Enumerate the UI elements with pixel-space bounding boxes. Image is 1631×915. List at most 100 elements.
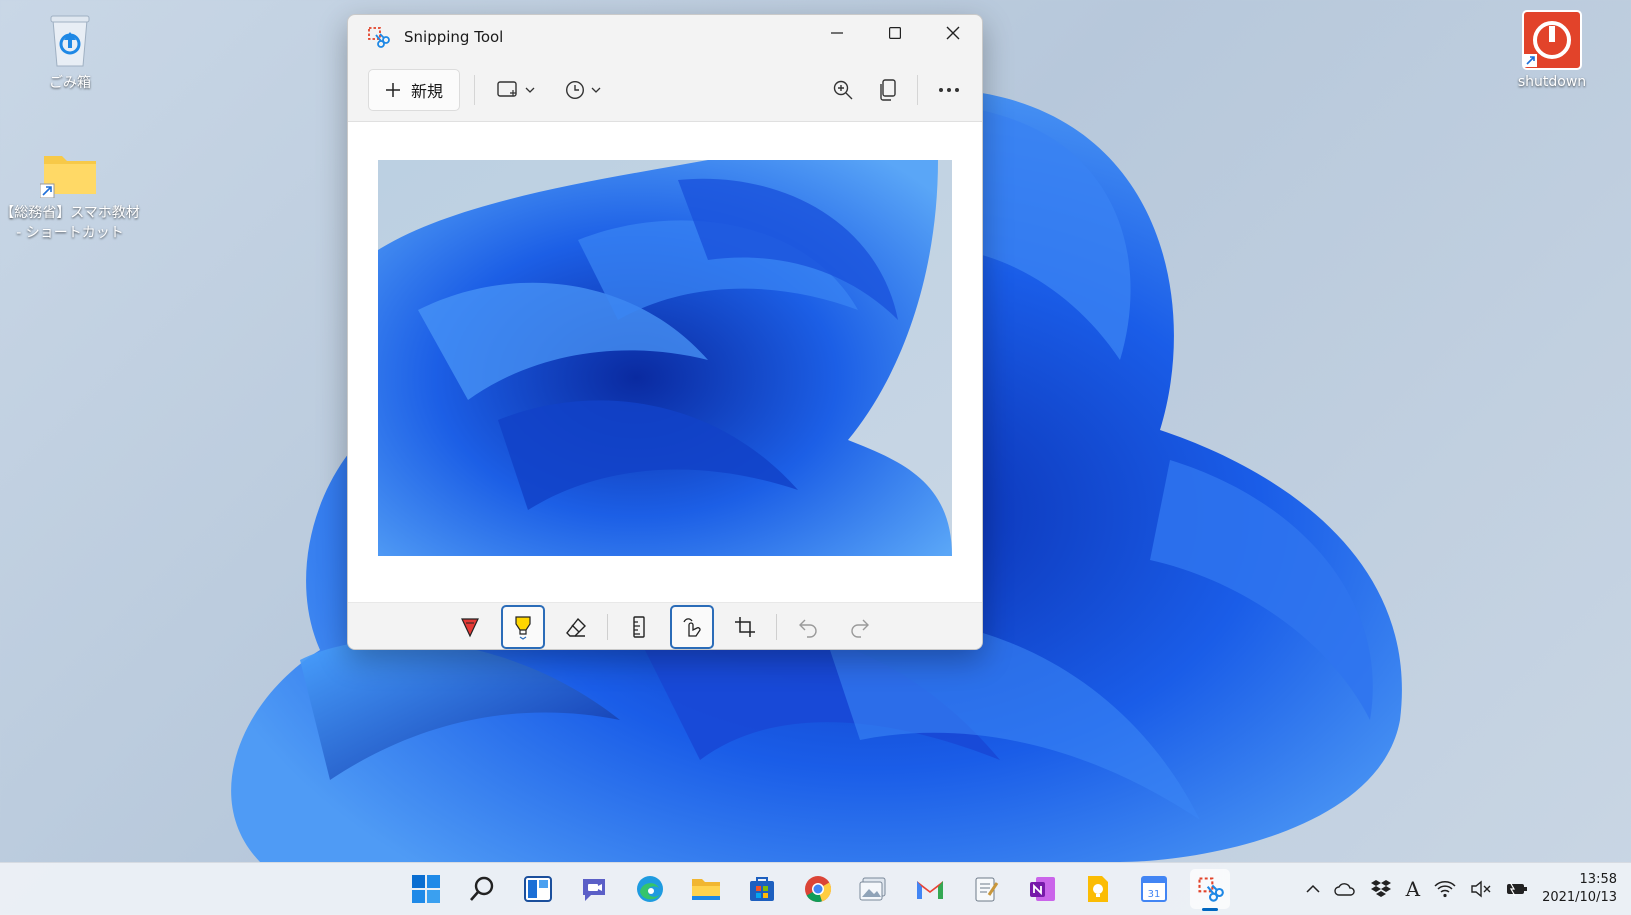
maximize-button[interactable] [866, 15, 924, 51]
delay-dropdown[interactable] [557, 70, 609, 110]
minimize-button[interactable] [808, 15, 866, 51]
ime-indicator[interactable]: A [1406, 877, 1420, 901]
more-options-button[interactable] [930, 70, 968, 110]
new-snip-button[interactable]: 新規 [368, 69, 461, 111]
ballpoint-pen-button[interactable] [449, 606, 491, 648]
minimize-icon [831, 32, 843, 34]
keep-icon [1088, 876, 1108, 902]
highlighter-icon [515, 615, 531, 640]
widgets-icon [524, 876, 552, 902]
new-snip-label: 新規 [411, 82, 444, 101]
calendar-icon: 31 [1141, 876, 1167, 902]
onenote-button[interactable] [1022, 869, 1062, 909]
window-title: Snipping Tool [404, 28, 504, 46]
ruler-icon [633, 615, 645, 638]
pen-icon [461, 617, 479, 637]
file-explorer-button[interactable] [686, 869, 726, 909]
snipping-tool-window: Snipping Tool 新規 [347, 14, 983, 650]
clock-icon [566, 80, 585, 100]
file-explorer-icon [692, 879, 720, 900]
annotation-toolbar [348, 602, 982, 649]
shortcut-label-line2: - ショートカット [16, 225, 124, 241]
shutdown-label: shutdown [1517, 74, 1587, 90]
captured-screenshot [378, 160, 952, 556]
recycle-bin-icon [50, 15, 90, 67]
undo-icon [799, 619, 817, 638]
wifi-icon[interactable] [1434, 880, 1456, 898]
keep-button[interactable] [1078, 869, 1118, 909]
calendar-day: 31 [1148, 889, 1161, 900]
desktop-icon-shortcut-folder[interactable]: 【総務省】スマホ教材 - ショートカット [0, 150, 140, 242]
snipping-tool-icon [1198, 877, 1224, 902]
snip-canvas[interactable] [348, 122, 982, 602]
edge-icon [637, 876, 663, 902]
photos-icon [859, 877, 886, 901]
chrome-button[interactable] [798, 869, 838, 909]
gmail-icon [917, 881, 943, 899]
onedrive-icon[interactable] [1333, 882, 1356, 896]
start-button[interactable] [406, 869, 446, 909]
annotation-separator [776, 613, 777, 640]
chevron-down-icon [525, 87, 535, 93]
desktop-icon-shutdown[interactable]: shutdown [1512, 10, 1592, 90]
title-bar[interactable]: Snipping Tool [348, 15, 982, 59]
folder-shortcut-icon [40, 156, 96, 198]
widgets-button[interactable] [518, 869, 558, 909]
gmail-button[interactable] [910, 869, 950, 909]
eraser-button[interactable] [555, 606, 597, 648]
more-icon [939, 88, 959, 92]
store-button[interactable] [742, 869, 782, 909]
snip-mode-dropdown[interactable] [489, 70, 543, 110]
search-icon [470, 876, 494, 901]
shortcut-label-line1: 【総務省】スマホ教材 [0, 205, 140, 221]
chat-icon [583, 879, 605, 901]
teams-chat-button[interactable] [574, 869, 614, 909]
clock-time: 13:58 [1579, 872, 1617, 887]
crop-button[interactable] [724, 606, 766, 648]
undo-button[interactable] [787, 606, 829, 648]
close-button[interactable] [924, 15, 982, 51]
active-app-indicator [1202, 908, 1218, 911]
toolbar-separator [474, 75, 476, 105]
photos-button[interactable] [854, 869, 894, 909]
battery-charging-icon[interactable] [1506, 881, 1528, 897]
chrome-icon [805, 876, 832, 903]
clock-date: 2021/10/13 [1542, 890, 1617, 905]
maximize-icon [889, 27, 901, 39]
notepad-button[interactable] [966, 869, 1006, 909]
zoom-button[interactable] [825, 70, 861, 110]
start-icon [412, 875, 440, 903]
store-icon [750, 877, 774, 901]
clock[interactable]: 13:58 2021/10/13 [1542, 871, 1617, 907]
plus-icon [386, 83, 400, 97]
touch-writing-button[interactable] [670, 604, 714, 649]
edge-button[interactable] [630, 869, 670, 909]
search-button[interactable] [462, 869, 502, 909]
desktop-icon-recycle-bin[interactable]: ごみ箱 [40, 10, 100, 92]
redo-button[interactable] [839, 606, 881, 648]
rectangle-mode-icon [497, 81, 517, 97]
toolbar: 新規 [348, 59, 982, 122]
copy-icon [880, 79, 896, 101]
system-tray: A 13:58 2021/10/13 [1306, 863, 1617, 915]
calendar-button[interactable]: 31 [1134, 869, 1174, 909]
crop-icon [735, 616, 755, 637]
recycle-bin-label: ごみ箱 [49, 75, 91, 91]
toolbar-separator [917, 75, 918, 105]
ruler-button[interactable] [618, 606, 660, 648]
touch-writing-icon [683, 617, 701, 637]
shutdown-icon [1522, 10, 1582, 70]
taskbar: 31 A 13:58 2021/10/13 [0, 862, 1631, 915]
highlighter-button[interactable] [501, 604, 545, 649]
snipping-tool-taskbar-button[interactable] [1190, 869, 1230, 911]
speaker-muted-icon[interactable] [1470, 880, 1492, 898]
copy-button[interactable] [871, 70, 905, 110]
zoom-in-icon [833, 80, 853, 100]
show-hidden-icons-chevron-up-icon[interactable] [1306, 884, 1320, 894]
taskbar-apps: 31 [406, 869, 1230, 911]
dropbox-icon[interactable] [1370, 879, 1392, 899]
redo-icon [851, 619, 869, 638]
snipping-tool-app-icon [368, 27, 390, 48]
notepad-icon [975, 877, 999, 902]
onenote-icon [1030, 877, 1055, 901]
